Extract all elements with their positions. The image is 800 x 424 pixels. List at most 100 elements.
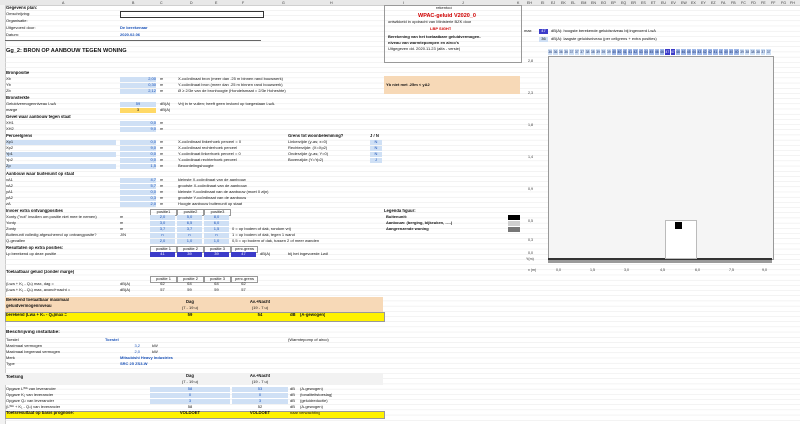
ya2-value[interactable]: 0,3 (120, 196, 156, 201)
xa1-value[interactable]: 4,7 (120, 178, 156, 183)
afgeschermd-p2[interactable]: n (177, 233, 202, 238)
lwa-label: Geluidvermogenniveau LwA (6, 102, 57, 106)
xonty-unit: m (120, 215, 124, 219)
toetsing-r2-dag[interactable]: 0 (150, 393, 230, 398)
toetsing-result-dag: VOLDOET (179, 411, 201, 415)
xonty-p2[interactable]: 5,0 (177, 215, 202, 220)
toetsing-result-nacht: VOLDOET (249, 411, 271, 415)
toelaatbaar-nacht-p2: 59 (187, 288, 192, 292)
xp2-label: Xp2 (6, 146, 14, 150)
xp2-value[interactable]: 9,0 (120, 146, 156, 151)
organisatie-label: Organisatie: (6, 19, 28, 23)
xp1-value[interactable]: 0,0 (120, 140, 156, 145)
maximaal-nacht-time: (19 - 7 u) (251, 306, 269, 310)
min-value[interactable]: 36 (539, 37, 548, 42)
afgeschermd-label: Buitenunit volledig afgeschermd op ontva… (6, 233, 97, 237)
qgevallen-p1[interactable]: 2,0 (150, 239, 175, 244)
ya1-value[interactable]: 0,0 (120, 190, 156, 195)
xh1-unit: m (160, 121, 164, 125)
yb-value[interactable]: 0,30 (120, 83, 156, 88)
yp1-value[interactable]: 0,0 (120, 152, 156, 157)
afgeschermd-desc: 1 = op bodem of dak, tegen 1 wand (232, 233, 295, 237)
grens-links-value[interactable]: N (370, 140, 382, 145)
yonty-p2[interactable]: 6,5 (177, 221, 202, 226)
maximaal-label: Berekend toelaatbaar maximaal (6, 298, 69, 302)
xp1-desc: X-coördinaat linkerhoek perceel = 0 (178, 140, 242, 144)
x-tick-0: 0,0 (556, 268, 561, 272)
aanbouw-label: Aanbouw waar buitenunit op staat (6, 172, 75, 176)
qgevallen-p2[interactable]: 1,0 (177, 239, 202, 244)
resultaten-grens: 47 (231, 252, 256, 257)
toetsing-r3-label: Opgave Qₙ van leverancier (6, 399, 55, 403)
qgevallen-p3[interactable]: 1,0 (204, 239, 229, 244)
xonty-p1[interactable]: 2,0 (150, 215, 175, 220)
berekening-line1: Berekening van het toelaatbare geluidver… (388, 35, 481, 39)
yonty-p1[interactable]: 3,0 (150, 221, 175, 226)
xa2-value[interactable]: 5,7 (120, 184, 156, 189)
za-value[interactable]: 2,0 (120, 202, 156, 207)
yonty-label: Yonty (6, 221, 16, 225)
za-label: zA (6, 202, 11, 206)
grens-rechts-value[interactable]: N (370, 146, 382, 151)
gegevens-plan-label: Gegevens plan: (6, 6, 38, 10)
toetsing-r2-nacht[interactable]: 0 (232, 393, 288, 398)
xb-value[interactable]: 2,00 (120, 77, 156, 82)
bronpositie-label: Bronpositie (6, 71, 30, 75)
datum-value[interactable]: 2020.02.06 (120, 33, 140, 38)
toelaatbaar-dag-grens: 62 (241, 282, 246, 286)
omschrijving-input[interactable] (120, 11, 264, 18)
begrensd-value[interactable]: 2,0 (120, 350, 140, 355)
y-tick-4: 0,9 (528, 187, 533, 191)
y-tick-0: 2,8 (528, 59, 533, 63)
vermogen-value[interactable]: 3,2 (120, 344, 140, 349)
maximaal-dag-time: (7 - 19 u) (181, 306, 199, 310)
x-tick-1: 1,5 (590, 268, 595, 272)
grens-boven-value[interactable]: J (370, 158, 382, 163)
max-desc: dB(A): hoogste berekende geluidsniveau b… (551, 29, 656, 33)
toetsing-r1-desc: (A-gewogen) (300, 387, 323, 391)
zb-label: Zb (6, 89, 11, 93)
toetsing-r2-desc: (tonaliteitstoeslag) (300, 393, 333, 397)
max-value[interactable]: 47 (539, 29, 548, 34)
toetsing-r1-nacht[interactable]: 53 (232, 387, 288, 392)
adjacent-house-strip (548, 260, 772, 263)
afgeschermd-p1[interactable]: n (150, 233, 175, 238)
yonty-p3[interactable]: 6,0 (204, 221, 229, 226)
y-tick-6: 0,3 (528, 238, 533, 242)
resultaten-p1: 41 (150, 252, 175, 257)
toetsing-r1-dag[interactable]: 58 (150, 387, 230, 392)
type-value[interactable]: SRC 25 ZS3-W (120, 362, 148, 367)
zonty-p1[interactable]: 3,7 (150, 227, 175, 232)
merk-value[interactable]: Mitsubishi Heavy Industries (120, 356, 173, 361)
resultaten-label: Resultaten op extra posities: (6, 246, 64, 250)
xa1-label: xA1 (6, 178, 13, 182)
extra-label: Invoer extra ontvangposities (6, 209, 64, 213)
xb-desc: X-coördinaat bron (meer dan .25 m binnen… (178, 77, 283, 81)
maximaal-nacht-value: 54 (257, 313, 263, 317)
xa1-unit: m (160, 178, 164, 182)
xh1-value[interactable]: 0,0 (120, 121, 156, 126)
zb-value[interactable]: 2,12 (120, 89, 156, 94)
toestel-value[interactable]: Toestel (105, 338, 119, 343)
grens-onder-value[interactable]: N (370, 152, 382, 157)
resultaten-unit: dB(A) (260, 252, 271, 256)
xh2-value[interactable]: 9,0 (120, 127, 156, 132)
datum-label: Datum: (6, 33, 19, 37)
yp2-value[interactable]: 0,0 (120, 158, 156, 163)
marge-label: marge (6, 108, 18, 112)
toetsing-r3-nacht[interactable]: 3 (232, 399, 288, 404)
xa2-unit: m (160, 184, 164, 188)
maximaal-nacht: Av.+Nacht (249, 300, 271, 304)
afgeschermd-p3[interactable]: n (204, 233, 229, 238)
marge-value[interactable]: 3 (120, 108, 156, 113)
zonty-p3[interactable]: 1,5 (204, 227, 229, 232)
xonty-p3[interactable]: 8,0 (204, 215, 229, 220)
y-tick-1: 2,3 (528, 91, 533, 95)
lwa-value[interactable]: 59 (120, 102, 156, 107)
zp-value[interactable]: 1,5 (120, 164, 156, 169)
xh2-label: XH2 (6, 127, 14, 131)
zonty-p2[interactable]: 3,7 (177, 227, 202, 232)
toetsing-r3-dag[interactable]: 3 (150, 399, 230, 404)
uitgevoerd-door-value[interactable]: De berekenaar (120, 26, 148, 31)
zp-unit: m (160, 164, 164, 168)
